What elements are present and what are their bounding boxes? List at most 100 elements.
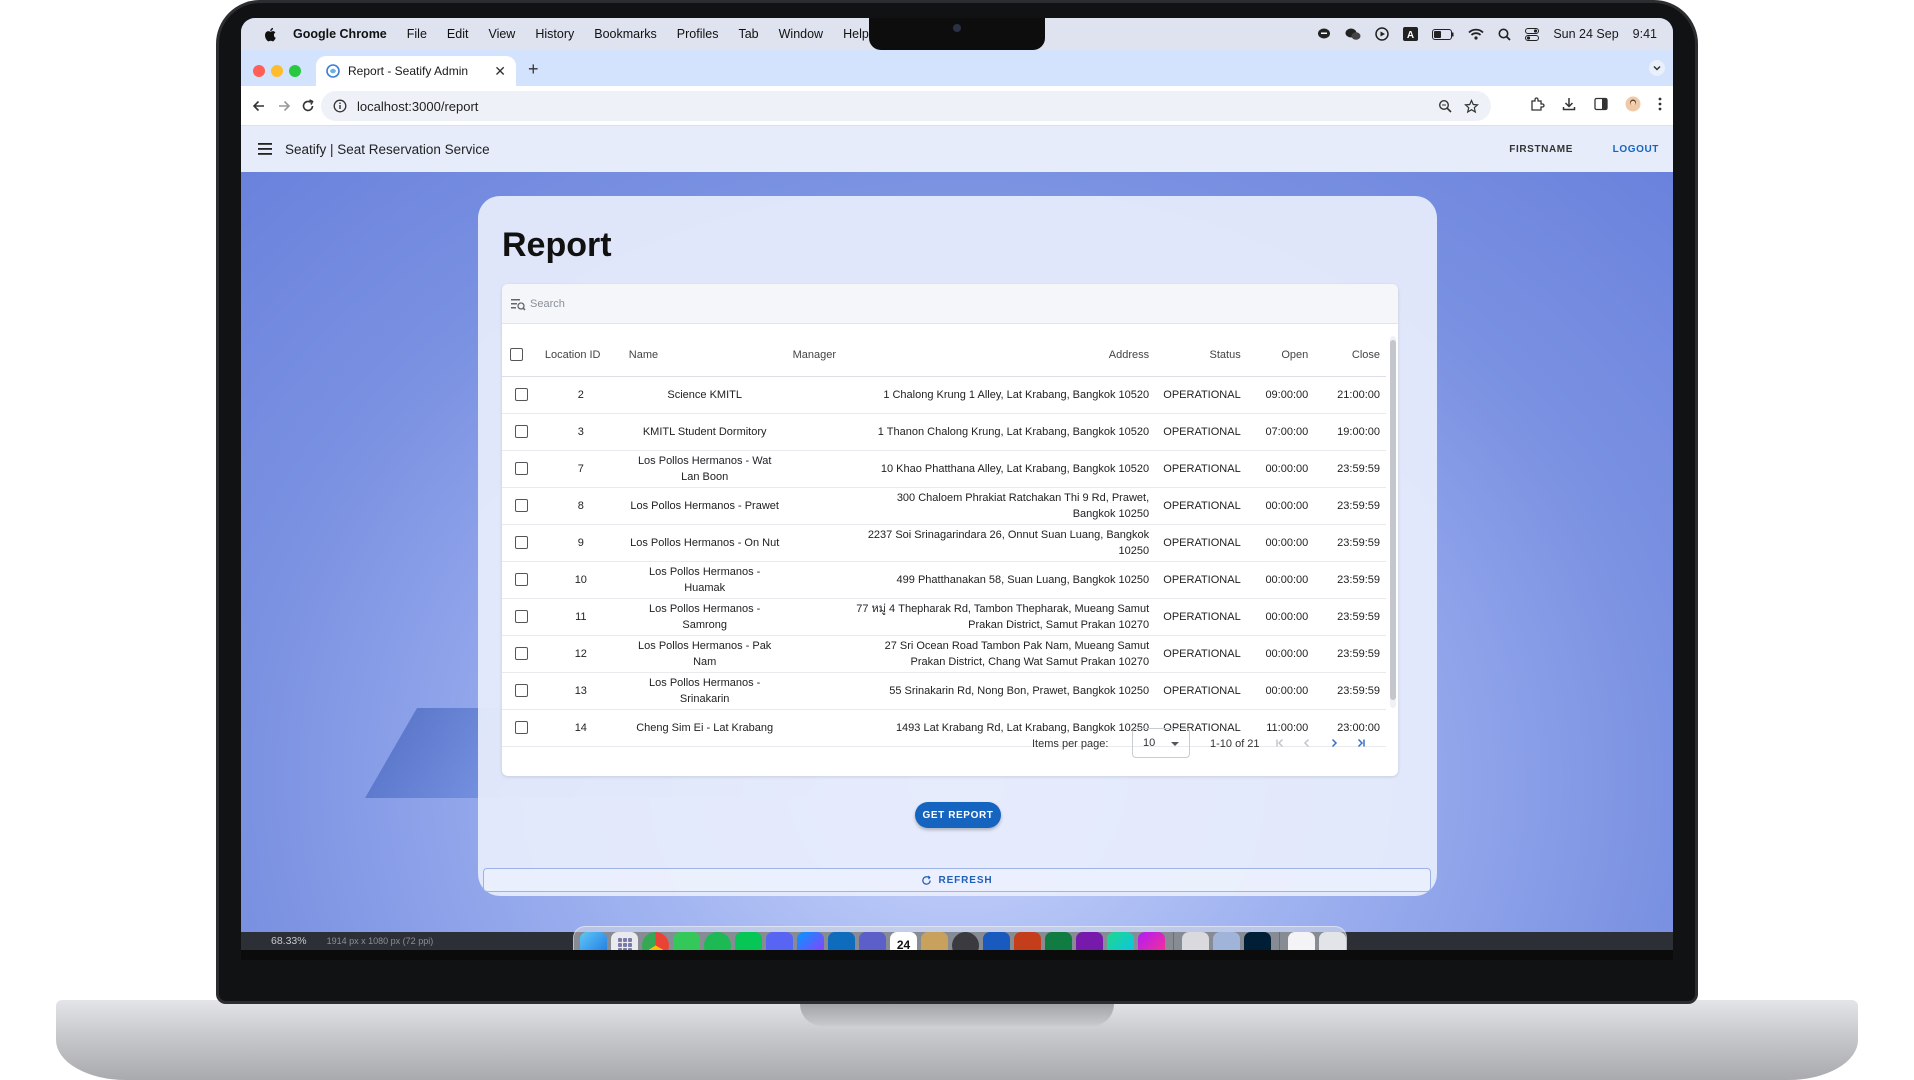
system-settings-icon[interactable]: [952, 931, 979, 950]
menu-history[interactable]: History: [535, 27, 574, 41]
select-all-checkbox[interactable]: [510, 348, 523, 362]
tab-close-icon[interactable]: ✕: [494, 63, 506, 80]
table-row[interactable]: 10 Los Pollos Hermanos - Huamak 499 Phat…: [502, 561, 1386, 599]
search-bar[interactable]: Search: [502, 284, 1398, 324]
forward-arrow-icon[interactable]: [274, 96, 294, 116]
menu-tab[interactable]: Tab: [738, 27, 758, 41]
back-arrow-icon[interactable]: [249, 96, 269, 116]
control-center-icon[interactable]: [1525, 27, 1540, 41]
row-checkbox[interactable]: [514, 573, 528, 587]
powerpoint-icon[interactable]: [1014, 931, 1041, 950]
tab-search-button[interactable]: [1649, 60, 1665, 76]
user-name-button[interactable]: FIRSTNAME: [1509, 144, 1573, 155]
phpstorm-icon[interactable]: [1138, 931, 1165, 950]
first-page-button[interactable]: [1270, 733, 1290, 753]
reload-icon[interactable]: [298, 96, 318, 116]
menu-window[interactable]: Window: [779, 27, 823, 41]
wifi-icon[interactable]: [1468, 28, 1484, 40]
last-page-button[interactable]: [1351, 733, 1371, 753]
menu-view[interactable]: View: [488, 27, 515, 41]
side-panel-icon[interactable]: [1593, 96, 1609, 112]
spotify-icon[interactable]: [704, 931, 731, 950]
window-zoom-button[interactable]: [289, 65, 301, 77]
menu-help[interactable]: Help: [843, 27, 869, 41]
menu-edit[interactable]: Edit: [447, 27, 469, 41]
trash-icon[interactable]: [1319, 931, 1346, 950]
table-row[interactable]: 9 Los Pollos Hermanos - On Nut 2237 Soi …: [502, 524, 1386, 562]
line-icon[interactable]: [1317, 27, 1331, 41]
webstorm-icon[interactable]: [1107, 931, 1134, 950]
header-open[interactable]: Open: [1246, 334, 1315, 377]
address-bar[interactable]: localhost:3000/report: [321, 91, 1491, 121]
menu-file[interactable]: File: [407, 27, 427, 41]
table-scrollbar-thumb[interactable]: [1390, 340, 1396, 700]
url-text[interactable]: localhost:3000/report: [357, 99, 478, 114]
table-row[interactable]: 8 Los Pollos Hermanos - Prawet 300 Chalo…: [502, 487, 1386, 525]
line-app-icon[interactable]: [735, 931, 762, 950]
profile-avatar-icon[interactable]: [1625, 96, 1641, 112]
preview-icon[interactable]: [1182, 931, 1209, 950]
spotlight-search-icon[interactable]: [1498, 28, 1511, 41]
table-row[interactable]: 13 Los Pollos Hermanos - Srinakarin 55 S…: [502, 672, 1386, 710]
tab-report[interactable]: Report - Seatify Admin ✕: [316, 56, 516, 86]
onenote-icon[interactable]: [1076, 931, 1103, 950]
row-checkbox[interactable]: [514, 425, 528, 439]
finder-icon[interactable]: [580, 931, 607, 950]
page-size-select[interactable]: 10: [1132, 728, 1190, 758]
table-row[interactable]: 7 Los Pollos Hermanos - Wat Lan Boon 10 …: [502, 450, 1386, 488]
bookmark-star-icon[interactable]: [1464, 98, 1479, 114]
row-checkbox[interactable]: [514, 684, 528, 698]
header-manager[interactable]: Manager: [786, 334, 848, 377]
input-source-icon[interactable]: A: [1403, 27, 1419, 41]
header-address[interactable]: Address: [848, 334, 1156, 377]
wechat-icon[interactable]: [1345, 27, 1361, 41]
zoom-icon[interactable]: [1438, 99, 1452, 113]
discord-icon[interactable]: [766, 931, 793, 950]
chrome-icon[interactable]: [642, 931, 669, 950]
table-row[interactable]: 3 KMITL Student Dormitory 1 Thanon Chalo…: [502, 413, 1386, 451]
header-location-id[interactable]: Location ID: [538, 334, 623, 377]
header-status[interactable]: Status: [1155, 334, 1247, 377]
document-icon[interactable]: [1288, 931, 1315, 950]
logout-button[interactable]: LOGOUT: [1613, 144, 1659, 155]
word-icon[interactable]: [983, 931, 1010, 950]
row-checkbox[interactable]: [514, 647, 528, 661]
play-circle-icon[interactable]: [1375, 27, 1390, 41]
extensions-icon[interactable]: [1529, 96, 1545, 112]
menu-toggle-button[interactable]: [249, 133, 281, 165]
launchpad-icon[interactable]: [611, 931, 638, 950]
row-checkbox[interactable]: [514, 610, 528, 624]
table-row[interactable]: 11 Los Pollos Hermanos - Samrong 77 หมู่…: [502, 598, 1386, 636]
next-page-button[interactable]: [1324, 733, 1344, 753]
messenger-icon[interactable]: [797, 931, 824, 950]
menubar-date[interactable]: Sun 24 Sep: [1553, 27, 1618, 41]
kebab-menu-icon[interactable]: [1657, 96, 1663, 112]
row-checkbox[interactable]: [514, 462, 528, 476]
row-checkbox[interactable]: [514, 388, 528, 402]
refresh-button[interactable]: REFRESH: [483, 868, 1431, 892]
menu-bookmarks[interactable]: Bookmarks: [594, 27, 657, 41]
download-icon[interactable]: [1561, 96, 1577, 112]
screenshot-icon[interactable]: [1213, 931, 1240, 950]
teams-icon[interactable]: [859, 931, 886, 950]
new-tab-button[interactable]: +: [528, 59, 539, 80]
table-row[interactable]: 2 Science KMITL 1 Chalong Krung 1 Alley,…: [502, 376, 1386, 414]
photoshop-icon[interactable]: [1244, 931, 1271, 950]
messages-icon[interactable]: [673, 931, 700, 950]
menu-app-name[interactable]: Google Chrome: [293, 27, 387, 41]
apple-logo-icon[interactable]: [263, 27, 277, 42]
menubar-time[interactable]: 9:41: [1633, 27, 1657, 41]
site-info-icon[interactable]: [333, 99, 347, 113]
search-input[interactable]: Search: [530, 298, 565, 310]
excel-icon[interactable]: [1045, 931, 1072, 950]
menu-profiles[interactable]: Profiles: [677, 27, 719, 41]
notes-icon[interactable]: [921, 931, 948, 950]
battery-icon[interactable]: [1432, 28, 1454, 40]
window-close-button[interactable]: [253, 65, 265, 77]
calendar-icon[interactable]: 24: [890, 931, 917, 950]
window-minimize-button[interactable]: [271, 65, 283, 77]
header-name[interactable]: Name: [622, 334, 787, 377]
row-checkbox[interactable]: [514, 499, 528, 513]
get-report-button[interactable]: GET REPORT: [915, 802, 1001, 828]
previous-page-button[interactable]: [1297, 733, 1317, 753]
